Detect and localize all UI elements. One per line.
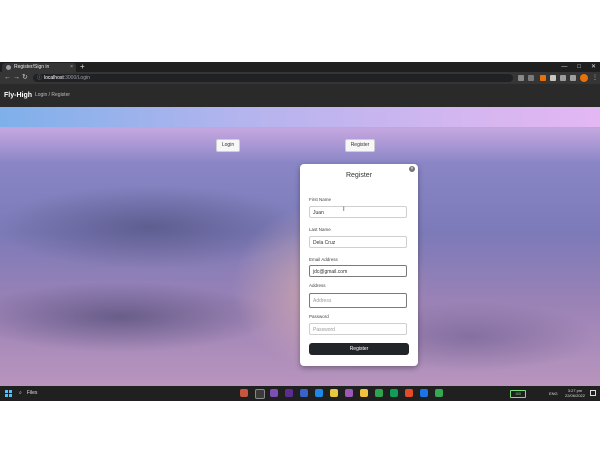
browser-tab-strip: Register/Sign in × + — □ ✕ — [0, 62, 600, 72]
new-tab-button[interactable]: + — [80, 62, 85, 72]
sky-top-strip — [0, 107, 600, 127]
taskbar: ⌕ Files 100 ENG 3:27 pm 22/06/2022 — [0, 386, 600, 401]
taskbar-app-icon[interactable] — [240, 389, 248, 397]
chrome-icon[interactable] — [435, 389, 443, 397]
menu-dots-icon[interactable]: ⋮ — [592, 72, 598, 84]
modal-title: Register — [345, 172, 373, 179]
profile-avatar[interactable] — [580, 74, 588, 82]
browser-tab[interactable]: Register/Sign in × — [2, 63, 76, 72]
puzzle-icon[interactable] — [560, 75, 566, 81]
visual-studio-icon[interactable] — [285, 389, 293, 397]
login-button[interactable]: Login — [216, 139, 240, 152]
search-icon: ⌕ — [19, 390, 22, 396]
last-name-label: Last Name — [309, 227, 331, 232]
register-submit-button[interactable]: Register — [309, 343, 409, 355]
sidebar-icon[interactable] — [570, 75, 576, 81]
email-label: Email Address — [309, 257, 338, 262]
password-input[interactable]: Password — [309, 323, 407, 335]
globe-icon — [6, 65, 11, 70]
taskbar-clock[interactable]: 3:27 pm 22/06/2022 — [564, 388, 586, 398]
url-text: localhost:3000/Login — [44, 75, 90, 81]
taskbar-app-icon[interactable] — [345, 389, 353, 397]
notification-icon[interactable] — [590, 390, 596, 396]
desktop-screen: Register/Sign in × + — □ ✕ ← → ↻ ⓘ local… — [0, 62, 600, 401]
email-input[interactable]: jdc@gmail.com — [309, 265, 407, 277]
brand-logo[interactable]: Fly-High — [4, 84, 32, 107]
first-name-label: First Name — [309, 197, 332, 202]
reload-icon[interactable]: ↻ — [22, 72, 28, 84]
clock-date: 22/06/2022 — [564, 392, 586, 398]
minimize-icon[interactable]: — — [561, 62, 567, 72]
taskbar-app-icon[interactable] — [405, 389, 413, 397]
star-icon[interactable] — [528, 75, 534, 81]
close-tab-icon[interactable]: × — [70, 63, 73, 72]
back-arrow-icon[interactable]: ← — [4, 72, 11, 84]
windows-start-icon[interactable] — [5, 390, 12, 397]
close-window-icon[interactable]: ✕ — [591, 62, 596, 72]
first-name-input[interactable]: Juan — [309, 206, 407, 218]
taskbar-app-icon[interactable] — [255, 389, 265, 399]
window-controls: — □ ✕ — [561, 62, 596, 72]
browser-toolbar: ← → ↻ ⓘ localhost:3000/Login ⋮ — [0, 72, 600, 84]
maximize-icon[interactable]: □ — [577, 62, 581, 72]
battery-icon[interactable]: 100 — [510, 390, 526, 398]
last-name-input[interactable]: Dela Cruz — [309, 236, 407, 248]
taskbar-app-icon[interactable] — [270, 389, 278, 397]
taskbar-app-icon[interactable] — [300, 389, 308, 397]
taskbar-app-icon[interactable] — [330, 389, 338, 397]
taskbar-app-icon[interactable] — [390, 389, 398, 397]
register-modal: × Register First Name Juan I Last Name D… — [300, 164, 418, 366]
address-bar[interactable]: ⓘ localhost:3000/Login — [33, 74, 513, 82]
register-button[interactable]: Register — [345, 139, 375, 152]
password-label: Password — [309, 314, 329, 319]
tab-title: Register/Sign in — [14, 64, 50, 70]
address-input[interactable]: Address — [309, 293, 407, 308]
nav-link-login-register[interactable]: Login / Register — [35, 84, 70, 107]
forward-arrow-icon[interactable]: → — [13, 72, 20, 84]
taskbar-search[interactable]: ⌕ Files — [19, 386, 37, 401]
folder-icon[interactable] — [360, 389, 368, 397]
taskbar-app-icon[interactable] — [375, 389, 383, 397]
app-navbar: Fly-High Login / Register — [0, 84, 600, 107]
extension-icon[interactable] — [550, 75, 556, 81]
info-icon: ⓘ — [37, 75, 43, 81]
text-cursor-icon: I — [343, 207, 345, 213]
extension-icon[interactable] — [540, 75, 546, 81]
address-label: Address — [309, 283, 326, 288]
taskbar-app-icon[interactable] — [420, 389, 428, 397]
share-icon[interactable] — [518, 75, 524, 81]
sky-background: Login Register × Register First Name Jua… — [0, 107, 600, 387]
language-indicator[interactable]: ENG — [549, 386, 558, 401]
taskbar-app-icon[interactable] — [315, 389, 323, 397]
